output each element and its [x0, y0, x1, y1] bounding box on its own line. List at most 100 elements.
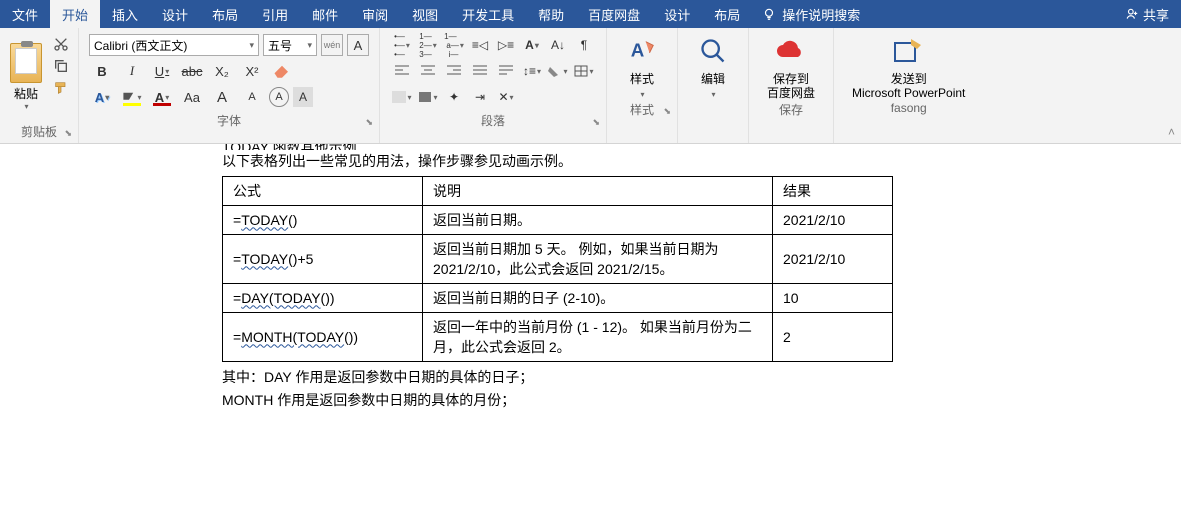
- align-center-button[interactable]: [416, 60, 440, 82]
- tab-baidu[interactable]: 百度网盘: [576, 0, 652, 28]
- th-result: 结果: [773, 177, 893, 206]
- para-group-label: 段落: [481, 114, 505, 128]
- chevron-down-icon: ▾: [535, 41, 539, 50]
- table-row: =DAY(TODAY()) 返回当前日期的日子 (2-10)。 10: [223, 284, 893, 313]
- decrease-indent-button[interactable]: ≡◁: [468, 34, 492, 56]
- enclose-char-button[interactable]: A: [269, 87, 289, 107]
- grow-font-button[interactable]: A: [209, 86, 235, 108]
- copy-icon: [53, 58, 69, 74]
- styles-icon: A: [627, 36, 657, 66]
- borders2-button[interactable]: ▾: [416, 86, 440, 108]
- superscript-button[interactable]: X²: [239, 60, 265, 82]
- tabs-button[interactable]: ⇥: [468, 86, 492, 108]
- baidu-save-button[interactable]: 保存到百度网盘: [753, 30, 829, 101]
- font-launcher[interactable]: ⬊: [365, 117, 373, 128]
- paste-icon: [10, 43, 42, 83]
- show-marks-button[interactable]: ¶: [572, 34, 596, 56]
- tab-references[interactable]: 引用: [250, 0, 300, 28]
- font-color-button[interactable]: A▾: [149, 86, 175, 108]
- chevron-down-icon: ▾: [24, 102, 28, 111]
- chevron-down-icon: ▾: [105, 93, 109, 102]
- chevron-down-icon: ▾: [563, 67, 567, 76]
- clipboard-launcher[interactable]: ⬊: [64, 128, 72, 139]
- doc-footer2: MONTH 作用是返回参数中日期的具体的月份；: [222, 389, 1181, 411]
- cut-button[interactable]: [52, 36, 70, 52]
- tab-design2[interactable]: 设计: [652, 0, 702, 28]
- highlight-color-button[interactable]: ▾: [119, 86, 145, 108]
- italic-button[interactable]: I: [119, 60, 145, 82]
- align-left-button[interactable]: [390, 60, 414, 82]
- font-size-combo[interactable]: 五号▾: [263, 34, 317, 56]
- tab-home[interactable]: 开始: [50, 0, 100, 28]
- align-right-button[interactable]: [442, 60, 466, 82]
- tell-me-search[interactable]: 操作说明搜索: [752, 0, 870, 28]
- sort-button[interactable]: A↓: [546, 34, 570, 56]
- editing-label: 编辑: [701, 72, 725, 86]
- underline-button[interactable]: U▾: [149, 60, 175, 82]
- line-spacing-button[interactable]: ↕≡▾: [520, 60, 544, 82]
- cell-formula: =MONTH(TODAY()): [223, 313, 423, 362]
- align-justify-button[interactable]: [468, 60, 492, 82]
- text-effects-button[interactable]: A▾: [89, 86, 115, 108]
- para-x-button[interactable]: ✕▾: [494, 86, 518, 108]
- tab-layout[interactable]: 布局: [200, 0, 250, 28]
- cell-desc: 返回当前日期。: [423, 206, 773, 235]
- cell-formula: =DAY(TODAY()): [223, 284, 423, 313]
- distribute-button[interactable]: [494, 60, 518, 82]
- styles-launcher[interactable]: ⬊: [663, 106, 671, 117]
- distribute-icon: [499, 65, 513, 77]
- table-row: =TODAY() 返回当前日期。 2021/2/10: [223, 206, 893, 235]
- strikethrough-button[interactable]: abc: [179, 60, 205, 82]
- char-shading-button[interactable]: Aa: [179, 86, 205, 108]
- shading2-button[interactable]: ▾: [390, 86, 414, 108]
- share-button[interactable]: 共享: [1113, 0, 1181, 28]
- copy-button[interactable]: [52, 58, 70, 74]
- tab-design[interactable]: 设计: [150, 0, 200, 28]
- paste-button[interactable]: 粘贴 ▾: [4, 30, 48, 123]
- cell-desc: 返回当前日期的日子 (2-10)。: [423, 284, 773, 313]
- borders-button[interactable]: ▾: [572, 60, 596, 82]
- editing-button[interactable]: 编辑▾: [682, 30, 744, 101]
- paint-icon: [392, 91, 406, 103]
- tab-view[interactable]: 视图: [400, 0, 450, 28]
- document-area[interactable]: TODAY 函数其他示例 以下表格列出一些常见的用法，操作步骤参见动画示例。 公…: [0, 144, 1181, 520]
- bullets-button[interactable]: •—•—•—▾: [390, 34, 414, 56]
- tab-layout2[interactable]: 布局: [702, 0, 752, 28]
- char-shading-button2[interactable]: A: [293, 87, 313, 107]
- numbering-button[interactable]: 1—2—3—▾: [416, 34, 440, 56]
- cell-formula: =TODAY()+5: [223, 235, 423, 284]
- border-icon: [574, 65, 588, 77]
- tab-help[interactable]: 帮助: [526, 0, 576, 28]
- tab-mailings[interactable]: 邮件: [300, 0, 350, 28]
- align-right-icon: [447, 65, 461, 77]
- asian-layout-button[interactable]: A▾: [520, 34, 544, 56]
- multilevel-button[interactable]: 1— a— i—▾: [442, 34, 466, 56]
- group-styles: A 样式▾ 样式⬊: [607, 28, 678, 143]
- eraser-button[interactable]: [269, 60, 295, 82]
- tab-insert[interactable]: 插入: [100, 0, 150, 28]
- send-to-ppt-button[interactable]: 发送到Microsoft PowerPoint: [838, 30, 979, 101]
- para-launcher[interactable]: ⬊: [592, 117, 600, 128]
- table-row: =TODAY()+5 返回当前日期加 5 天。 例如，如果当前日期为 2021/…: [223, 235, 893, 284]
- phonetic-guide-button[interactable]: wén: [321, 34, 343, 56]
- char-border-button[interactable]: A: [347, 34, 369, 56]
- styles-button[interactable]: A 样式▾: [611, 30, 673, 101]
- snap-button[interactable]: ✦: [442, 86, 466, 108]
- increase-indent-button[interactable]: ▷≡: [494, 34, 518, 56]
- chevron-down-icon: ▾: [460, 41, 464, 50]
- lightbulb-icon: [762, 7, 776, 21]
- subscript-button[interactable]: X₂: [209, 60, 235, 82]
- cell-result: 2021/2/10: [773, 206, 893, 235]
- tab-developer[interactable]: 开发工具: [450, 0, 526, 28]
- bold-button[interactable]: B: [89, 60, 115, 82]
- format-painter-button[interactable]: [52, 80, 70, 96]
- cell-formula: =TODAY(): [223, 206, 423, 235]
- shading-button[interactable]: ▾: [546, 60, 570, 82]
- chevron-down-icon: ▾: [165, 67, 169, 76]
- tab-file[interactable]: 文件: [0, 0, 50, 28]
- export-icon: [893, 37, 925, 65]
- shrink-font-button[interactable]: A: [239, 86, 265, 108]
- font-name-combo[interactable]: Calibri (西文正文)▾: [89, 34, 259, 56]
- tab-review[interactable]: 审阅: [350, 0, 400, 28]
- collapse-ribbon-button[interactable]: ˄: [1168, 125, 1175, 139]
